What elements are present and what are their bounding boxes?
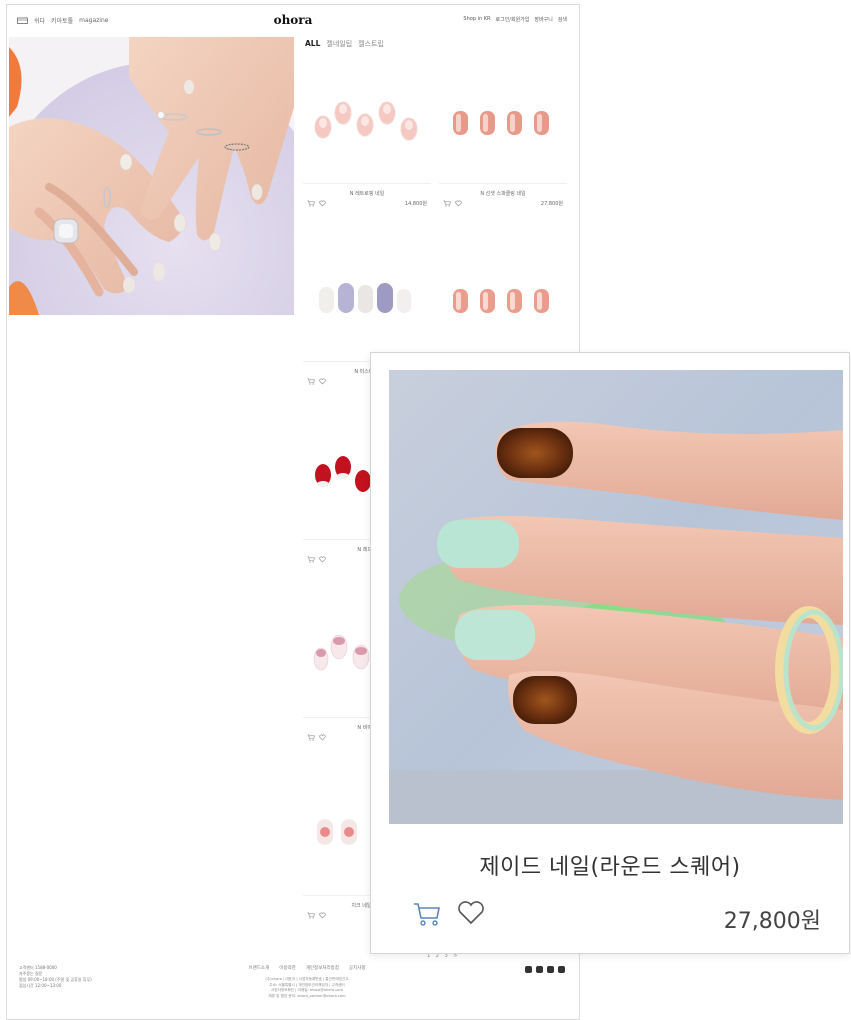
product-card[interactable]: N 선셋 스파클링 네일 27,800원	[439, 57, 567, 207]
product-price: 14,800원	[404, 201, 427, 207]
cart-icon[interactable]	[307, 912, 315, 919]
social-links	[525, 966, 565, 973]
hero-image[interactable]	[9, 37, 294, 315]
footer-company-info: (주)ohora | 대표자 | 사업자등록번호 | 통신판매업신고 주소: 서…	[147, 977, 467, 999]
facebook-icon[interactable]	[558, 966, 565, 973]
product-image[interactable]	[303, 57, 431, 184]
footer-link-brand[interactable]: 브랜드소개	[249, 965, 270, 971]
cart-link[interactable]: 장바구니	[534, 16, 552, 23]
product-image[interactable]	[439, 57, 567, 184]
kakao-icon[interactable]	[547, 966, 554, 973]
cart-icon[interactable]	[307, 556, 315, 563]
cart-icon[interactable]	[413, 901, 441, 927]
youtube-icon[interactable]	[536, 966, 543, 973]
footer-link-terms[interactable]: 이용약관	[279, 965, 296, 971]
product-card[interactable]: N 레트로핑 네일 14,800원	[303, 57, 431, 207]
shop-in-kr-link[interactable]: Shop in KR	[463, 16, 490, 23]
footer-customer-center: 고객센터 1588-0000 자주묻는 질문 평일 09:00~18:00 (주…	[19, 965, 92, 989]
zoomed-product-name[interactable]: 제이드 네일(라운드 스퀘어)	[371, 849, 849, 881]
product-image[interactable]	[439, 235, 567, 362]
footer-link-privacy[interactable]: 개인정보처리방침	[306, 965, 339, 971]
heart-icon[interactable]	[457, 901, 485, 925]
product-card[interactable]	[439, 235, 567, 362]
heart-icon[interactable]	[319, 200, 326, 207]
filter-gel-strips[interactable]: 젤스트립	[358, 39, 384, 49]
instagram-icon[interactable]	[525, 966, 532, 973]
footer-line: 점심시간 12:00~13:00	[19, 983, 62, 988]
filter-gel-tips[interactable]: 젤네일팁	[326, 39, 352, 49]
footer-links: 브랜드소개 이용약관 개인정보처리방침 공지사항	[147, 965, 467, 971]
zoomed-product-price: 27,800원	[723, 909, 821, 934]
cart-icon[interactable]	[307, 734, 315, 741]
heart-icon[interactable]	[319, 378, 326, 385]
zoomed-product-image[interactable]	[389, 370, 843, 824]
cart-icon[interactable]	[443, 200, 451, 207]
cart-icon[interactable]	[307, 378, 315, 385]
zoomed-product-card[interactable]: 제이드 네일(라운드 스퀘어) 27,800원	[370, 352, 850, 954]
search-link[interactable]: 검색	[558, 16, 567, 23]
category-filters: ALL 젤네일팁 젤스트립	[305, 39, 384, 49]
heart-icon[interactable]	[319, 556, 326, 563]
top-navigation: 쉬다 키아토톨 magazine ohora Shop in KR 로그인/회원…	[7, 5, 579, 35]
heart-icon[interactable]	[319, 734, 326, 741]
filter-all[interactable]: ALL	[305, 39, 320, 48]
footer-info-line: 제휴 및 협업 문의: ohora_partner@ohora.com	[268, 993, 346, 998]
cart-icon[interactable]	[307, 200, 315, 207]
heart-icon[interactable]	[319, 912, 326, 919]
product-price: 27,800원	[540, 201, 563, 207]
product-name[interactable]: N 선셋 스파클링 네일	[439, 190, 567, 196]
product-image[interactable]	[303, 235, 431, 362]
right-nav: Shop in KR 로그인/회원가입 장바구니 검색	[463, 16, 567, 23]
heart-icon[interactable]	[455, 200, 462, 207]
product-name[interactable]: N 레트로핑 네일	[303, 190, 431, 196]
footer-link-notice[interactable]: 공지사항	[349, 965, 366, 971]
login-link[interactable]: 로그인/회원가입	[496, 16, 530, 23]
footer-center: 브랜드소개 이용약관 개인정보처리방침 공지사항 (주)ohora | 대표자 …	[147, 965, 467, 999]
